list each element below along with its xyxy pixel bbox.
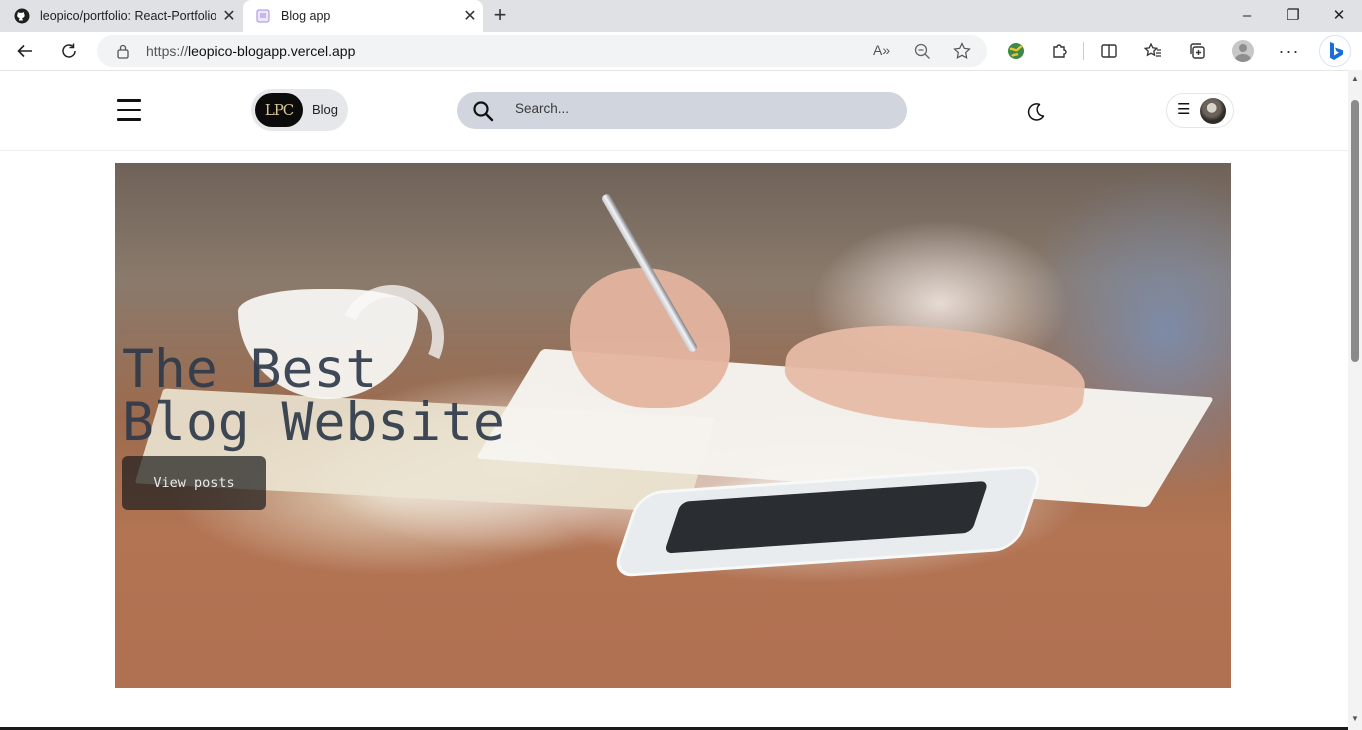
url-protocol: https:// [146, 43, 189, 59]
url-text: https://leopico-blogapp.vercel.app [146, 43, 355, 59]
toolbar-divider [1083, 42, 1084, 60]
scroll-down-arrow-icon[interactable]: ▼ [1351, 714, 1359, 723]
maximize-button[interactable]: ❐ [1270, 0, 1316, 32]
menu-lines-icon: ☰ [1177, 101, 1191, 118]
brand-label: Blog [312, 102, 339, 117]
github-icon [14, 8, 30, 24]
new-tab-button[interactable]: + [488, 4, 512, 28]
lock-icon[interactable] [116, 43, 130, 59]
close-window-button[interactable]: ✕ [1316, 0, 1362, 32]
search-icon[interactable] [472, 100, 494, 122]
brand-logo: LPC [255, 93, 303, 127]
brand-logo-link[interactable]: LPC Blog [251, 89, 348, 131]
search-input[interactable] [515, 101, 875, 116]
tab-title: leopico/portfolio: React-Portfolio [40, 9, 216, 23]
extension-globe-icon[interactable] [1003, 38, 1029, 64]
view-posts-button[interactable]: View posts [122, 456, 266, 510]
bing-icon[interactable] [1319, 35, 1351, 67]
refresh-icon[interactable] [56, 38, 82, 64]
close-tab-icon[interactable]: ✕ [216, 6, 242, 26]
url-domain: leopico-blogapp.vercel.app [188, 43, 356, 59]
hero-image-writing-hand [570, 268, 730, 408]
collections-icon[interactable] [1184, 38, 1210, 64]
menu-hamburger-icon[interactable] [117, 99, 141, 121]
profile-icon[interactable] [1232, 40, 1254, 62]
read-aloud-icon[interactable]: A» [873, 42, 890, 58]
favorite-star-icon[interactable] [953, 42, 971, 60]
hero-banner: The Best Blog Website View posts [115, 163, 1231, 688]
favorites-icon[interactable] [1140, 38, 1166, 64]
tab-title: Blog app [281, 9, 331, 23]
tab-blog-app[interactable]: Blog app ✕ [243, 0, 483, 32]
scroll-up-arrow-icon[interactable]: ▲ [1351, 74, 1359, 83]
split-screen-icon[interactable] [1096, 38, 1122, 64]
more-icon[interactable]: ··· [1276, 38, 1302, 64]
back-icon[interactable] [12, 38, 38, 64]
close-tab-icon[interactable]: ✕ [457, 6, 483, 26]
hero-title: The Best Blog Website [122, 339, 505, 453]
moon-icon[interactable] [1025, 101, 1047, 123]
page-icon [256, 9, 270, 23]
extensions-icon[interactable] [1047, 38, 1073, 64]
user-menu-button[interactable]: ☰ [1166, 93, 1234, 128]
zoom-icon[interactable] [914, 43, 931, 60]
minimize-button[interactable]: – [1224, 0, 1270, 32]
search-bar[interactable] [457, 92, 907, 129]
header-divider [0, 150, 1348, 151]
scrollbar-thumb[interactable] [1351, 100, 1359, 362]
tab-portfolio[interactable]: leopico/portfolio: React-Portfolio ✕ [0, 0, 242, 32]
address-bar[interactable]: https://leopico-blogapp.vercel.app A» [97, 35, 987, 67]
avatar [1200, 98, 1226, 124]
